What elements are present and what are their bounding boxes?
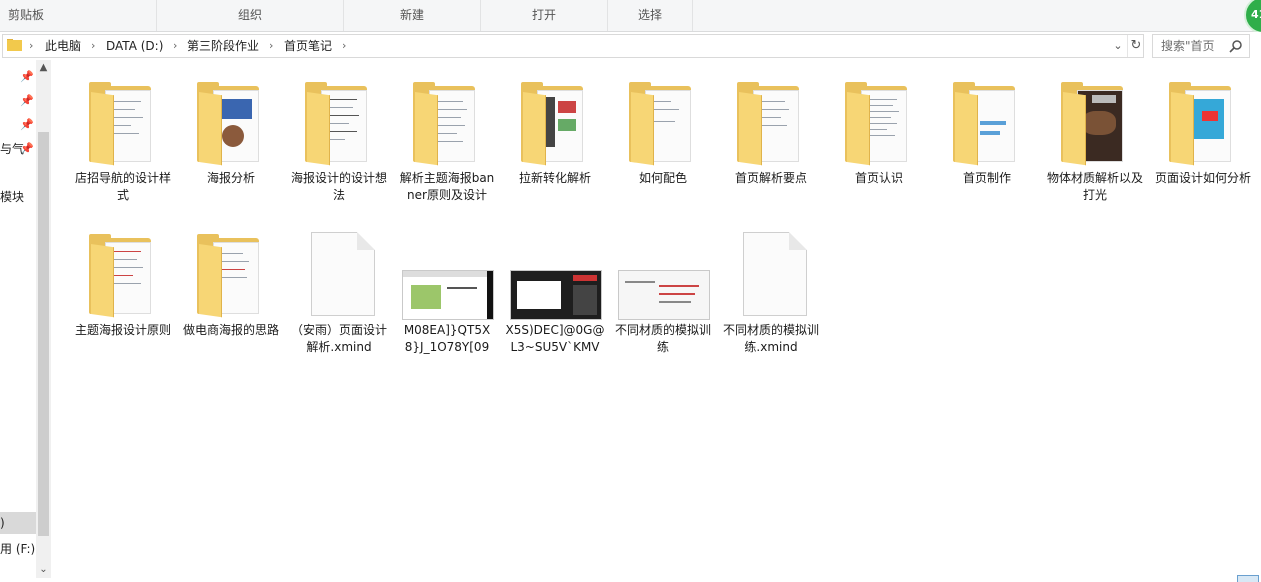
image-item[interactable]: X5S)DEC]@0G@L3~SU5V`KMV (505, 230, 605, 356)
folder-item[interactable]: 首页解析要点 (721, 78, 821, 187)
chevron-down-icon[interactable]: ⌄ (1111, 35, 1125, 57)
address-row: › 此电脑 › DATA (D:) › 第三阶段作业 › 首页笔记 › ⌄ ↻ … (0, 32, 1261, 59)
document-icon (721, 230, 821, 320)
navigation-pane: 📌 📌 📌 📌 与气 模块 ) 用 (F:) (0, 60, 36, 581)
folder-icon (829, 78, 929, 168)
chevron-right-icon[interactable]: › (342, 35, 346, 57)
nav-item[interactable]: 用 (F:) (0, 540, 35, 557)
item-label: 如何配色 (638, 171, 687, 185)
ribbon-group-organize[interactable]: 组织 (157, 0, 344, 31)
item-label: 海报分析 (206, 171, 255, 185)
folder-item[interactable]: 如何配色 (613, 78, 713, 187)
folder-item[interactable]: 首页制作 (937, 78, 1037, 187)
image-thumbnail-icon (397, 230, 497, 320)
scroll-up-icon[interactable]: ▲ (36, 60, 51, 76)
pin-icon[interactable]: 📌 (20, 94, 34, 107)
folder-item[interactable]: 拉新转化解析 (505, 78, 605, 187)
item-label: 不同材质的模拟训练 (614, 323, 711, 354)
search-icon[interactable] (1229, 39, 1243, 53)
refresh-icon[interactable]: ↻ (1127, 35, 1144, 57)
document-icon (289, 230, 389, 320)
folder-icon (505, 78, 605, 168)
chevron-right-icon[interactable]: › (91, 35, 95, 57)
folder-icon (181, 78, 281, 168)
item-label: 店招导航的设计样式 (74, 171, 171, 202)
folder-item[interactable]: 解析主题海报banner原则及设计 (397, 78, 497, 204)
pin-icon[interactable]: 📌 (20, 70, 34, 83)
image-thumbnail-icon (505, 230, 605, 320)
ribbon-group-open[interactable]: 打开 (481, 0, 608, 31)
file-list: 店招导航的设计样式 海报分析 海报设计的设计想法 解析主题海报banner原则及… (52, 60, 1261, 581)
search-box[interactable]: 搜索"首页 (1152, 34, 1250, 58)
folder-item[interactable]: 店招导航的设计样式 (73, 78, 173, 204)
folder-icon (721, 78, 821, 168)
folder-icon (1045, 78, 1145, 168)
item-label: M08EA]}QT5X8}J_1O78Y[09 (403, 323, 491, 354)
floating-badge[interactable]: 41 (1244, 0, 1261, 34)
search-input[interactable]: 搜索"首页 (1161, 35, 1215, 57)
item-label: 不同材质的模拟训练.xmind (722, 323, 819, 354)
folder-item[interactable]: 主题海报设计原则 (73, 230, 173, 339)
folder-item[interactable]: 海报分析 (181, 78, 281, 187)
item-label: X5S)DEC]@0G@L3~SU5V`KMV (505, 323, 605, 354)
ribbon-group-select[interactable]: 选择 (608, 0, 693, 31)
image-item[interactable]: M08EA]}QT5X8}J_1O78Y[09 (397, 230, 497, 356)
folder-icon (73, 78, 173, 168)
folder-icon (73, 230, 173, 320)
crumb-homepage-notes[interactable]: 首页笔记 (284, 35, 332, 57)
folder-item[interactable]: 物体材质解析以及打光 (1045, 78, 1145, 204)
item-label: 首页认识 (854, 171, 903, 185)
item-label: （安雨）页面设计解析.xmind (290, 323, 387, 354)
nav-item[interactable]: 与气 (0, 140, 24, 157)
ribbon-bar: 剪贴板 组织 新建 打开 选择 41 (0, 0, 1261, 34)
item-label: 做电商海报的思路 (182, 323, 279, 337)
item-label: 首页制作 (962, 171, 1011, 185)
folder-icon (289, 78, 389, 168)
item-label: 首页解析要点 (734, 171, 807, 185)
chevron-right-icon[interactable]: › (173, 35, 177, 57)
folder-icon (7, 39, 22, 51)
item-label: 物体材质解析以及打光 (1046, 171, 1143, 202)
scrollbar-thumb[interactable] (38, 132, 49, 536)
image-thumbnail-icon (613, 230, 713, 320)
item-label: 页面设计如何分析 (1154, 171, 1251, 185)
nav-item[interactable]: 模块 (0, 188, 24, 205)
address-bar[interactable]: › 此电脑 › DATA (D:) › 第三阶段作业 › 首页笔记 › ⌄ ↻ (2, 34, 1144, 58)
folder-icon (613, 78, 713, 168)
file-item[interactable]: （安雨）页面设计解析.xmind (289, 230, 389, 356)
ribbon-group-clipboard[interactable]: 剪贴板 (0, 0, 157, 31)
nav-item[interactable]: ) (0, 516, 5, 530)
folder-item[interactable]: 首页认识 (829, 78, 929, 187)
item-label: 解析主题海报banner原则及设计 (399, 171, 495, 202)
pin-icon[interactable]: 📌 (20, 118, 34, 131)
item-label: 拉新转化解析 (518, 171, 591, 185)
file-item[interactable]: 不同材质的模拟训练.xmind (721, 230, 821, 356)
scroll-down-icon[interactable]: ⌄ (36, 562, 51, 578)
folder-icon (937, 78, 1037, 168)
image-item[interactable]: 不同材质的模拟训练 (613, 230, 713, 356)
nav-scrollbar[interactable]: ▲ ⌄ (36, 60, 51, 578)
ribbon-group-new[interactable]: 新建 (344, 0, 481, 31)
folder-item[interactable]: 海报设计的设计想法 (289, 78, 389, 204)
item-label: 主题海报设计原则 (74, 323, 171, 337)
crumb-data-drive[interactable]: DATA (D:) (106, 35, 163, 57)
folder-item[interactable]: 做电商海报的思路 (181, 230, 281, 339)
crumb-this-pc[interactable]: 此电脑 (45, 35, 81, 57)
folder-icon (397, 78, 497, 168)
chevron-right-icon[interactable]: › (29, 35, 33, 57)
folder-icon (181, 230, 281, 320)
nav-item-selected[interactable] (0, 512, 36, 534)
crumb-stage3[interactable]: 第三阶段作业 (187, 35, 259, 57)
folder-item[interactable]: 页面设计如何分析 (1153, 78, 1253, 187)
folder-icon (1153, 78, 1253, 168)
item-label: 海报设计的设计想法 (290, 171, 387, 202)
chevron-right-icon[interactable]: › (269, 35, 273, 57)
